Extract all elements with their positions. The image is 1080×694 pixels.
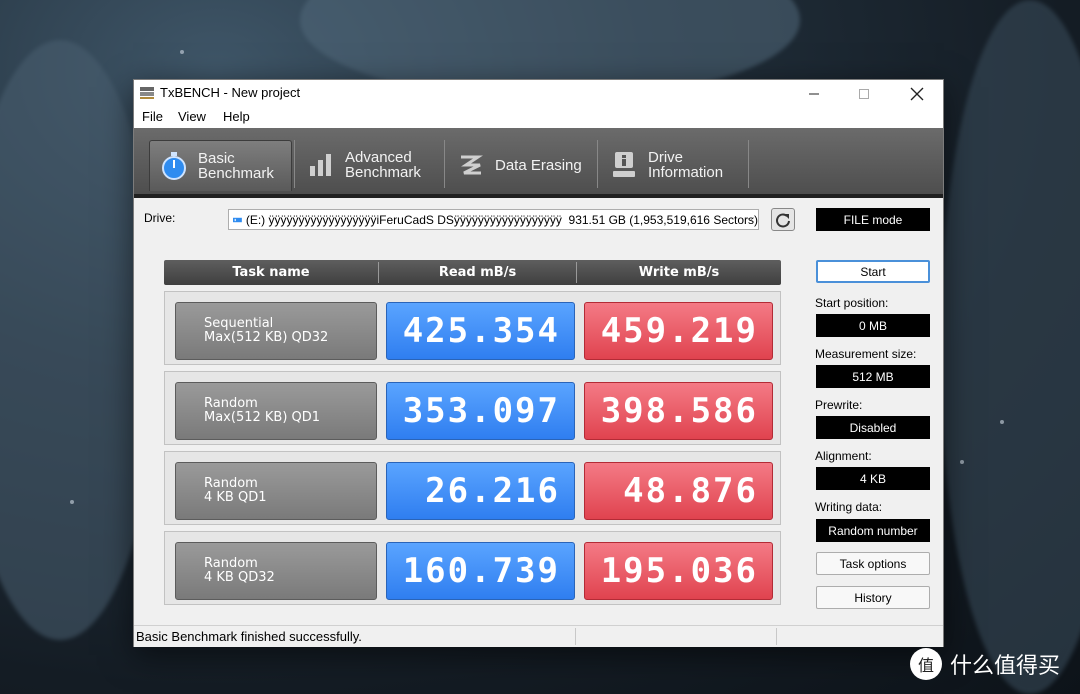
read-value: 160.739 (386, 542, 575, 600)
bar-chart-icon (307, 151, 335, 179)
txbench-window: TxBENCH - New project File View Help Bas… (133, 79, 944, 647)
start-position-label: Start position: (815, 296, 889, 310)
app-icon (140, 87, 154, 99)
alignment-value[interactable]: 4 KB (816, 467, 930, 490)
tab-advanced-benchmark[interactable]: Advanced Benchmark (297, 140, 437, 190)
task-options-button[interactable]: Task options (816, 552, 930, 575)
chevron-down-icon: ⌵ (746, 213, 754, 224)
tab-basic-benchmark[interactable]: Basic Benchmark (149, 140, 292, 191)
snowflake (960, 460, 964, 464)
tab-drive-information[interactable]: Drive Information (600, 140, 750, 190)
prewrite-value[interactable]: Disabled (816, 416, 930, 439)
eraser-icon (457, 151, 485, 179)
watermark-logo-icon: 值 (910, 648, 942, 680)
watermark-text: 什么值得买 (950, 654, 1061, 679)
snowflake (1000, 420, 1004, 424)
menu-file[interactable]: File (142, 109, 163, 124)
snowflake (70, 500, 74, 504)
drive-select[interactable]: (E:) ÿÿÿÿÿÿÿÿÿÿÿÿÿÿÿÿÿÿiFeruCadS DSÿÿÿÿÿ… (228, 209, 759, 230)
task-button[interactable]: Random Max(512 KB) QD1 (175, 382, 377, 440)
drive-info-icon (610, 151, 638, 179)
task-button[interactable]: Random 4 KB QD1 (175, 462, 377, 520)
write-value: 398.586 (584, 382, 773, 440)
tree-shape (940, 0, 1080, 694)
main-toolbar: Basic Benchmark Advanced Benchmark Data … (134, 128, 943, 198)
menu-bar: File View Help (134, 107, 943, 128)
title-bar[interactable]: TxBENCH - New project (134, 80, 943, 107)
window-title: TxBENCH - New project (160, 85, 301, 100)
tab-data-erasing[interactable]: Data Erasing (447, 140, 587, 190)
tab-divider (748, 140, 749, 188)
result-row-sequential-qd32: Sequential Max(512 KB) QD32 425.354 459.… (164, 291, 781, 365)
close-icon (910, 87, 924, 100)
measurement-size-value[interactable]: 512 MB (816, 365, 930, 388)
write-value: 48.876 (584, 462, 773, 520)
writing-data-label: Writing data: (815, 500, 883, 514)
results-header: Task name Read mB/s Write mB/s (164, 260, 781, 285)
menu-view[interactable]: View (178, 109, 206, 124)
writing-data-value[interactable]: Random number (816, 519, 930, 542)
read-value: 26.216 (386, 462, 575, 520)
tab-advanced-benchmark-label: Advanced Benchmark (345, 149, 421, 181)
refresh-drive-button[interactable] (771, 208, 795, 231)
header-read: Read mB/s (438, 265, 517, 280)
minimize-button[interactable] (791, 80, 837, 107)
refresh-icon (776, 213, 790, 227)
result-row-random-4k-qd32: Random 4 KB QD32 160.739 195.036 (164, 531, 781, 605)
read-value: 353.097 (386, 382, 575, 440)
stopwatch-icon (160, 152, 188, 180)
header-write: Write mB/s (638, 265, 720, 280)
tab-divider (444, 140, 445, 188)
tab-data-erasing-label: Data Erasing (495, 156, 582, 174)
status-text: Basic Benchmark finished successfully. (136, 629, 362, 644)
drive-label: Drive: (144, 211, 176, 225)
close-button[interactable] (894, 80, 940, 107)
tab-basic-benchmark-label: Basic Benchmark (198, 150, 274, 182)
start-position-value[interactable]: 0 MB (816, 314, 930, 337)
drive-select-value: (E:) ÿÿÿÿÿÿÿÿÿÿÿÿÿÿÿÿÿÿiFeruCadS DSÿÿÿÿÿ… (245, 212, 758, 227)
menu-help[interactable]: Help (223, 109, 250, 124)
alignment-label: Alignment: (815, 449, 872, 463)
maximize-icon (859, 88, 869, 99)
usb-drive-icon (233, 217, 242, 222)
history-button[interactable]: History (816, 586, 930, 609)
measurement-size-label: Measurement size: (815, 347, 917, 361)
task-button[interactable]: Random 4 KB QD32 (175, 542, 377, 600)
result-row-random-512-qd1: Random Max(512 KB) QD1 353.097 398.586 (164, 371, 781, 445)
status-bar: Basic Benchmark finished successfully. (134, 625, 943, 647)
status-divider (776, 628, 777, 645)
prewrite-label: Prewrite: (815, 398, 863, 412)
write-value: 459.219 (584, 302, 773, 360)
maximize-button[interactable] (841, 80, 887, 107)
minimize-icon (809, 93, 819, 94)
snowflake (180, 50, 184, 54)
mode-indicator: FILE mode (816, 208, 930, 231)
write-value: 195.036 (584, 542, 773, 600)
tab-drive-information-label: Drive Information (648, 149, 724, 181)
site-watermark: 值 什么值得买 (910, 648, 1060, 680)
result-row-random-4k-qd1: Random 4 KB QD1 26.216 48.876 (164, 451, 781, 525)
header-task-name: Task name (232, 265, 310, 280)
tab-divider (294, 140, 295, 188)
tab-divider (597, 140, 598, 188)
read-value: 425.354 (386, 302, 575, 360)
status-divider (575, 628, 576, 645)
start-button[interactable]: Start (816, 260, 930, 283)
task-button[interactable]: Sequential Max(512 KB) QD32 (175, 302, 377, 360)
